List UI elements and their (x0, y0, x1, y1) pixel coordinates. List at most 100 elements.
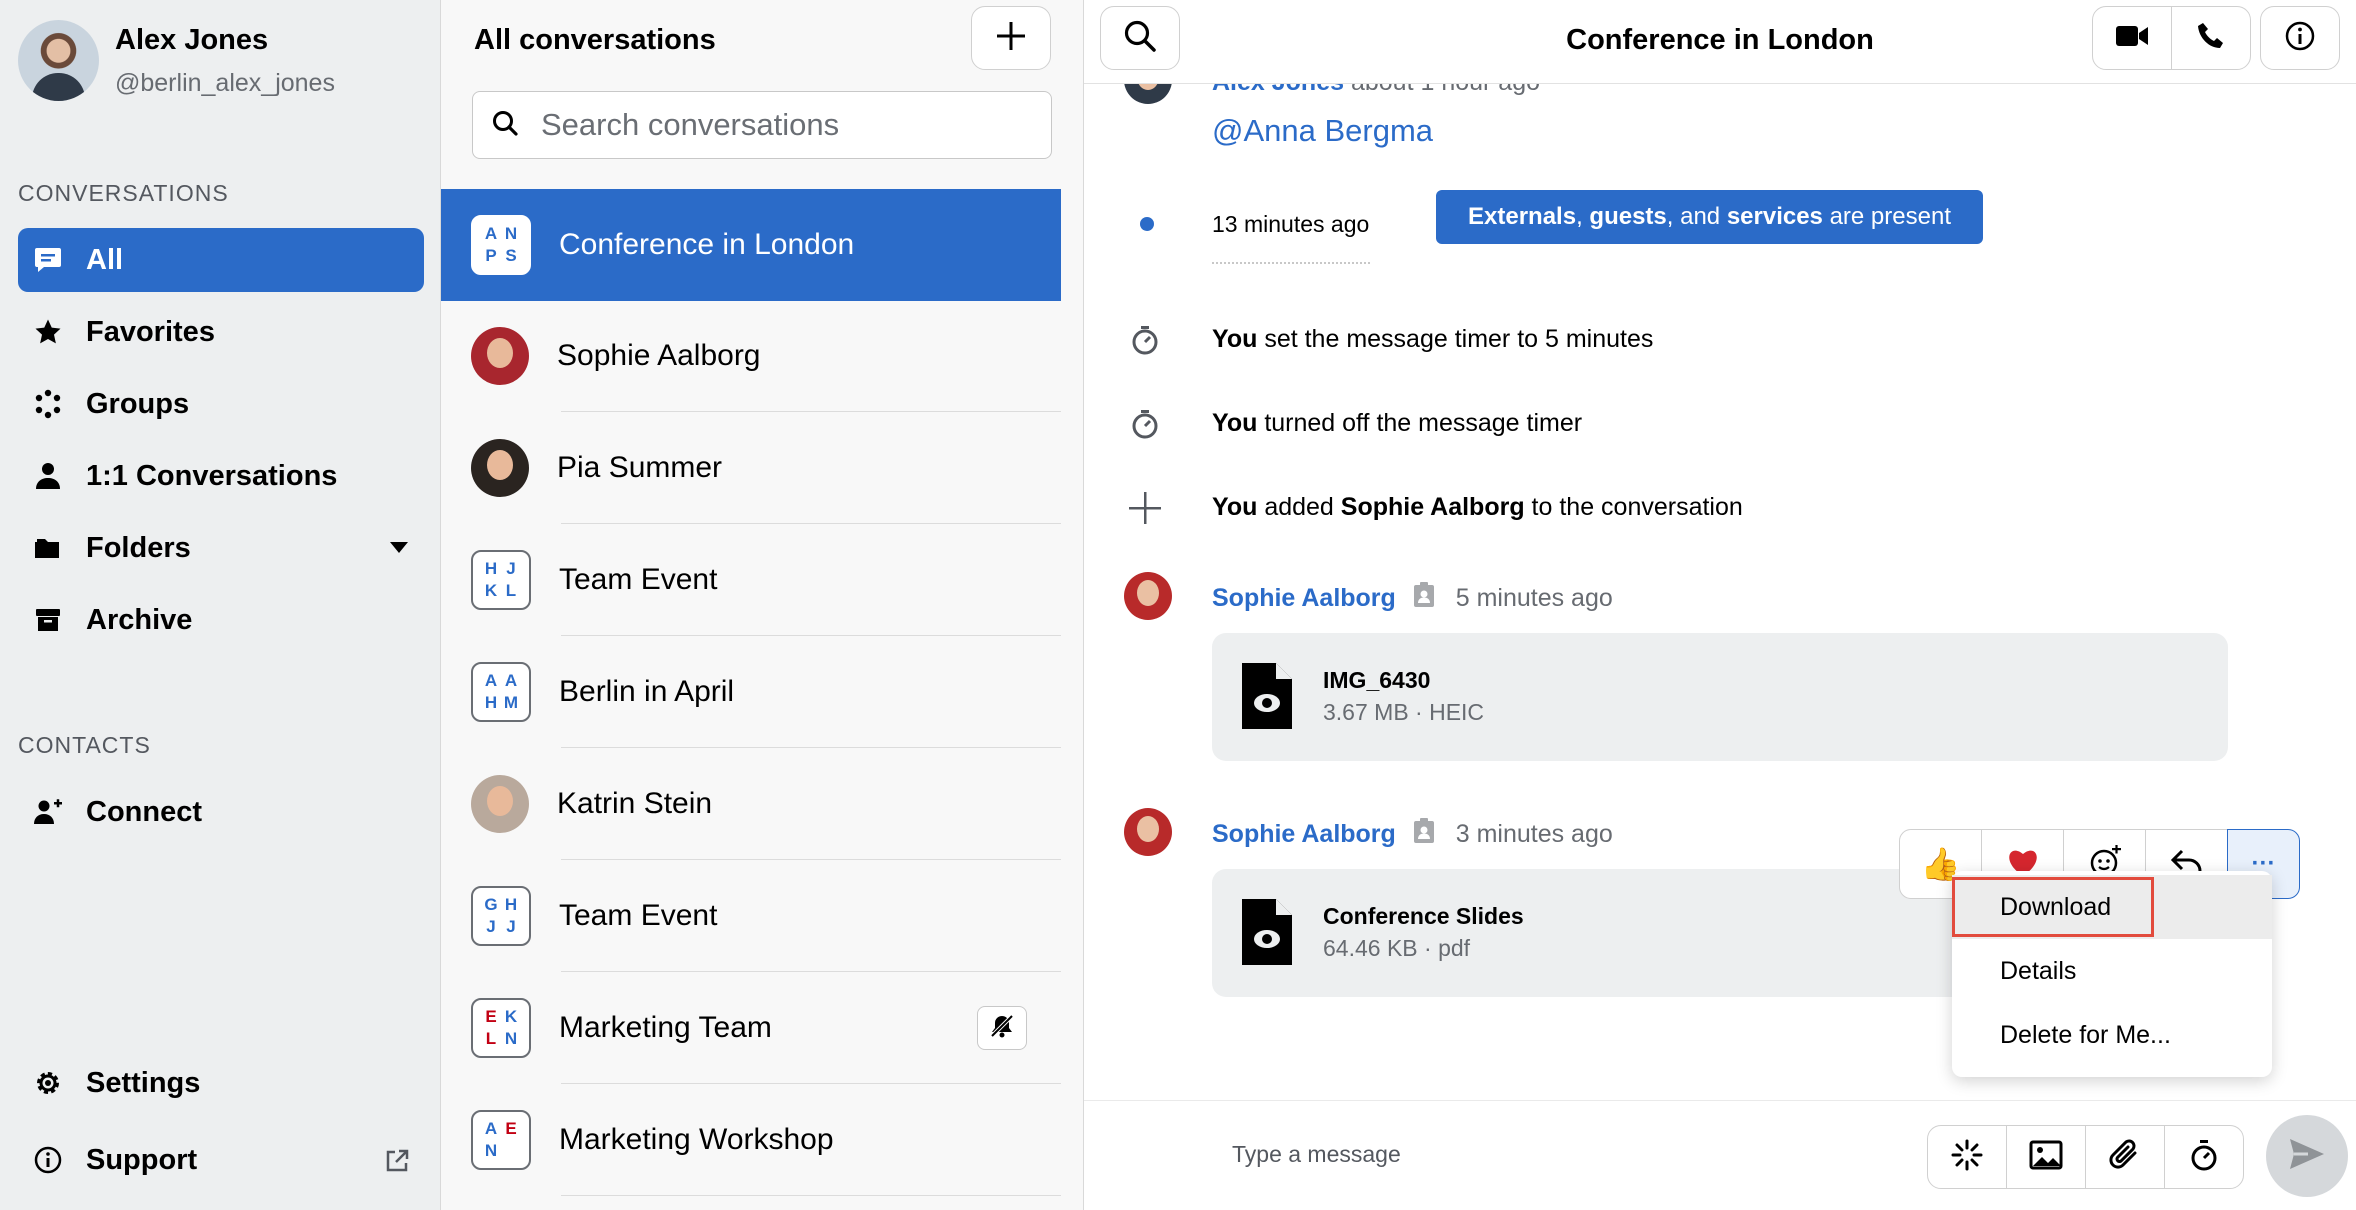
guest-badge-icon (1413, 818, 1435, 851)
sidebar-item-groups[interactable]: Groups (18, 372, 424, 436)
avatar[interactable] (1124, 572, 1172, 620)
message-sender[interactable]: Sophie Aalborg (1212, 820, 1396, 848)
message-list[interactable]: Alex Jones about 1 hour ago @Anna Bergma… (1084, 84, 2356, 1100)
message-time: 5 minutes ago (1455, 584, 1613, 612)
avatar (471, 439, 529, 497)
system-message: You added Sophie Aalborg to the conversa… (1212, 493, 1743, 521)
conversation-view: Alex Jones about 1 hour ago @Anna Bergma… (1084, 0, 2356, 1210)
conversation-item[interactable]: Katrin Stein (441, 748, 1061, 860)
image-upload-button[interactable] (2006, 1125, 2086, 1189)
profile-handle: @berlin_alex_jones (115, 68, 335, 97)
message-timer-button[interactable] (2164, 1125, 2244, 1189)
conversation-item[interactable]: AE N Marketing Workshop (441, 1084, 1061, 1196)
file-attachment[interactable]: IMG_6430 3.67 MB · HEIC (1212, 633, 2228, 761)
conversation-item[interactable]: GH JJ Team Event (441, 860, 1061, 972)
conversation-name: Berlin in April (559, 675, 735, 708)
menu-item-details[interactable]: Details (1952, 939, 2272, 1003)
file-icon (1242, 899, 1292, 970)
conversation-item[interactable]: Pia Summer (441, 412, 1061, 524)
phone-icon (2196, 21, 2226, 56)
send-arrow-icon (2288, 1137, 2326, 1176)
user-avatar[interactable] (18, 20, 99, 101)
audio-call-button[interactable] (2171, 6, 2251, 70)
conversation-item[interactable]: Sophie Aalborg (441, 300, 1061, 412)
message-header: Sophie Aalborg 3 minutes ago (1212, 818, 1613, 851)
sidebar-item-label: Groups (86, 387, 190, 420)
sidebar-item-label: Folders (86, 531, 191, 564)
chevron-down-icon[interactable] (390, 542, 408, 553)
group-avatar: AA HM (471, 662, 531, 722)
timer-icon (1127, 322, 1163, 358)
message-context-menu: Download Details Delete for Me... (1952, 871, 2272, 1077)
divider-time: 13 minutes ago (1212, 211, 1370, 237)
message-time: about 1 hour ago (1351, 84, 1540, 96)
mention-text[interactable]: @Anna Bergma (1212, 113, 1433, 149)
sidebar-item-label: Connect (86, 795, 202, 828)
divider-line (1212, 262, 1370, 264)
message-sender[interactable]: Sophie Aalborg (1212, 584, 1396, 612)
gear-icon (32, 1067, 64, 1099)
conversation-search[interactable] (472, 91, 1052, 159)
video-call-button[interactable] (2092, 6, 2172, 70)
conversation-name: Sophie Aalborg (557, 339, 761, 372)
bell-off-icon (989, 1013, 1015, 1044)
add-person-icon (32, 796, 64, 828)
chat-bubble-icon (32, 244, 64, 276)
muted-bell-button[interactable] (977, 1006, 1027, 1050)
new-conversation-button[interactable] (971, 6, 1051, 70)
external-link-icon (384, 1148, 410, 1182)
plus-icon (1127, 490, 1163, 526)
profile[interactable]: Alex Jones @berlin_alex_jones (18, 20, 335, 101)
message-input[interactable] (1232, 1141, 1832, 1168)
sidebar-item-one-to-one[interactable]: 1:1 Conversations (18, 444, 424, 508)
file-meta: 3.67 MB · HEIC (1323, 699, 1485, 725)
conversation-name: Conference in London (559, 228, 855, 261)
groups-dots-icon (32, 388, 64, 420)
conversation-item[interactable]: AN PS Conference in London (441, 189, 1061, 301)
sidebar-item-connect[interactable]: Connect (18, 780, 424, 844)
folder-icon (32, 532, 64, 564)
conversation-name: Team Event (559, 563, 718, 596)
paperclip-icon (2109, 1138, 2141, 1177)
conversation-header: Conference in London (1084, 0, 2356, 84)
sidebar-item-label: Archive (86, 603, 193, 636)
attach-file-button[interactable] (2085, 1125, 2165, 1189)
profile-name: Alex Jones (115, 23, 269, 56)
avatar (471, 327, 529, 385)
sidebar-item-label: All (86, 243, 124, 276)
ping-button[interactable] (1927, 1125, 2007, 1189)
sidebar-item-label: Support (86, 1143, 198, 1176)
sidebar-item-all[interactable]: All (18, 228, 424, 292)
message-sender[interactable]: Alex Jones (1212, 84, 1344, 96)
menu-item-delete-for-me[interactable]: Delete for Me... (1952, 1003, 2272, 1067)
conversation-name: Katrin Stein (557, 787, 713, 820)
conversation-list-title: All conversations (474, 24, 716, 56)
sidebar-item-favorites[interactable]: Favorites (18, 300, 424, 364)
person-icon (32, 460, 64, 492)
group-avatar: AE N (471, 1110, 531, 1170)
conversation-name: Marketing Team (559, 1011, 772, 1044)
plus-icon (994, 19, 1028, 58)
conversation-item[interactable]: EK LN Marketing Team (441, 972, 1061, 1084)
system-message: You set the message timer to 5 minutes (1212, 325, 1654, 353)
file-name: IMG_6430 (1323, 667, 1431, 693)
avatar[interactable] (1124, 808, 1172, 856)
video-camera-icon (2115, 23, 2149, 54)
image-icon (2029, 1140, 2063, 1175)
menu-item-download[interactable]: Download (1952, 875, 2272, 939)
sidebar-item-settings[interactable]: Settings (18, 1051, 424, 1115)
sidebar-item-support[interactable]: Support (18, 1128, 424, 1192)
conversation-item[interactable]: HJ KL Team Event (441, 524, 1061, 636)
sidebar: Alex Jones @berlin_alex_jones CONVERSATI… (0, 0, 441, 1210)
send-button[interactable] (2266, 1115, 2348, 1197)
conversation-info-button[interactable] (2260, 6, 2340, 70)
sidebar-item-folders[interactable]: Folders (18, 516, 424, 580)
message-input-bar (1084, 1100, 2356, 1210)
info-icon (2284, 20, 2316, 57)
contacts-section-label: CONTACTS (18, 732, 151, 758)
conversation-item[interactable]: AA HM Berlin in April (441, 636, 1061, 748)
search-input[interactable] (541, 107, 1021, 143)
message-header: Sophie Aalborg 5 minutes ago (1212, 582, 1613, 615)
unread-dot (1140, 217, 1154, 231)
sidebar-item-archive[interactable]: Archive (18, 588, 424, 652)
